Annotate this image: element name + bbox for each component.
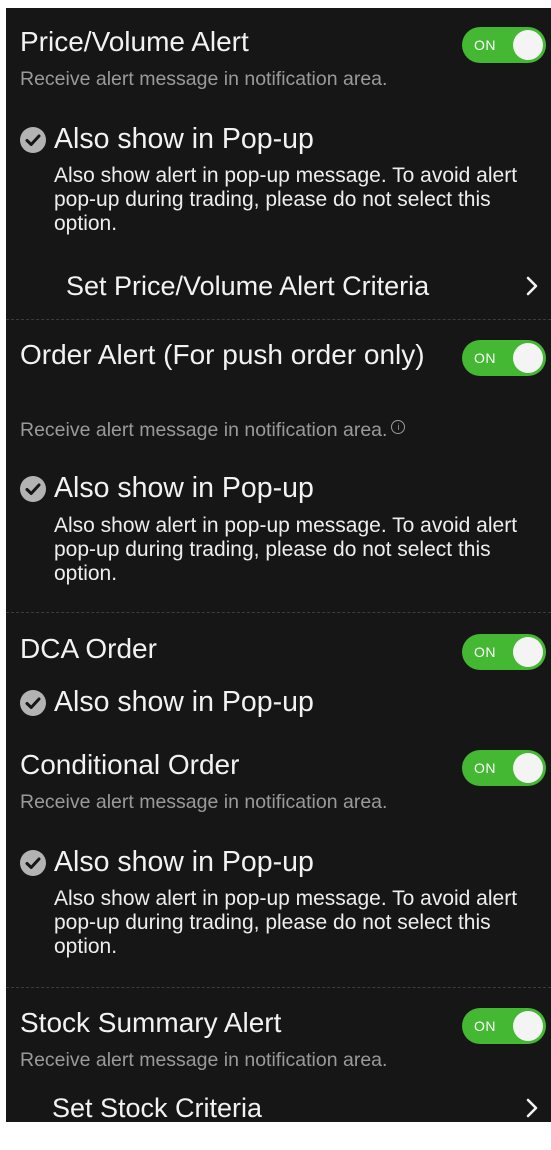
set-stock-criteria-label: Set Stock Criteria xyxy=(52,1093,263,1122)
section-divider xyxy=(6,987,551,988)
dca-order-popup-checkbox[interactable]: Also show in Pop-up xyxy=(20,685,540,721)
conditional-order-popup-checkbox[interactable]: Also show in Pop-up xyxy=(20,845,540,881)
order-alert-subtitle-text: Receive alert message in notification ar… xyxy=(20,419,388,441)
popup-checkbox-label: Also show in Pop-up xyxy=(54,846,314,878)
toggle-knob xyxy=(513,343,543,373)
order-alert-toggle[interactable]: ON xyxy=(462,340,546,376)
order-alert-title: Order Alert (For push order only) xyxy=(20,339,425,370)
section-divider xyxy=(6,612,551,613)
toggle-on-label: ON xyxy=(474,644,496,660)
check-circle-icon xyxy=(20,690,46,716)
popup-checkbox-label: Also show in Pop-up xyxy=(54,686,314,718)
check-circle-icon xyxy=(20,476,46,502)
toggle-knob xyxy=(513,1011,543,1041)
toggle-on-label: ON xyxy=(474,1018,496,1034)
conditional-order-title: Conditional Order xyxy=(20,749,240,780)
set-price-volume-criteria-label: Set Price/Volume Alert Criteria xyxy=(66,271,430,301)
toggle-on-label: ON xyxy=(474,760,496,776)
alert-settings-screen: Price/Volume Alert ON Receive alert mess… xyxy=(6,8,551,1122)
section-divider xyxy=(6,319,551,320)
popup-description: Also show alert in pop-up message. To av… xyxy=(54,514,518,585)
chevron-right-icon xyxy=(526,276,538,296)
order-alert-subtitle: Receive alert message in notification ar… xyxy=(20,418,406,442)
price-volume-popup-checkbox[interactable]: Also show in Pop-up xyxy=(20,122,540,158)
price-volume-alert-title: Price/Volume Alert xyxy=(20,26,249,57)
toggle-knob xyxy=(513,753,543,783)
price-volume-alert-subtitle: Receive alert message in notification ar… xyxy=(20,68,388,90)
popup-description: Also show alert in pop-up message. To av… xyxy=(54,887,518,958)
conditional-order-toggle[interactable]: ON xyxy=(462,750,546,786)
popup-description: Also show alert in pop-up message. To av… xyxy=(54,164,518,235)
order-alert-popup-checkbox[interactable]: Also show in Pop-up xyxy=(20,471,540,507)
chevron-right-icon xyxy=(526,1098,538,1118)
dca-order-toggle[interactable]: ON xyxy=(462,634,546,670)
popup-checkbox-label: Also show in Pop-up xyxy=(54,472,314,504)
toggle-knob xyxy=(513,637,543,667)
info-icon[interactable]: i xyxy=(391,420,406,434)
check-circle-icon xyxy=(20,127,46,153)
check-circle-icon xyxy=(20,850,46,876)
popup-checkbox-label: Also show in Pop-up xyxy=(54,123,314,155)
stock-summary-alert-toggle[interactable]: ON xyxy=(462,1008,546,1044)
toggle-knob xyxy=(513,30,543,60)
dca-order-title: DCA Order xyxy=(20,633,157,664)
stock-summary-alert-title: Stock Summary Alert xyxy=(20,1007,282,1038)
toggle-on-label: ON xyxy=(474,350,496,366)
price-volume-alert-toggle[interactable]: ON xyxy=(462,27,546,63)
set-stock-criteria-link[interactable]: Set Stock Criteria xyxy=(6,1088,551,1122)
set-price-volume-criteria-link[interactable]: Set Price/Volume Alert Criteria xyxy=(6,266,551,306)
stock-summary-alert-subtitle: Receive alert message in notification ar… xyxy=(20,1049,388,1071)
conditional-order-subtitle: Receive alert message in notification ar… xyxy=(20,791,388,813)
toggle-on-label: ON xyxy=(474,37,496,53)
